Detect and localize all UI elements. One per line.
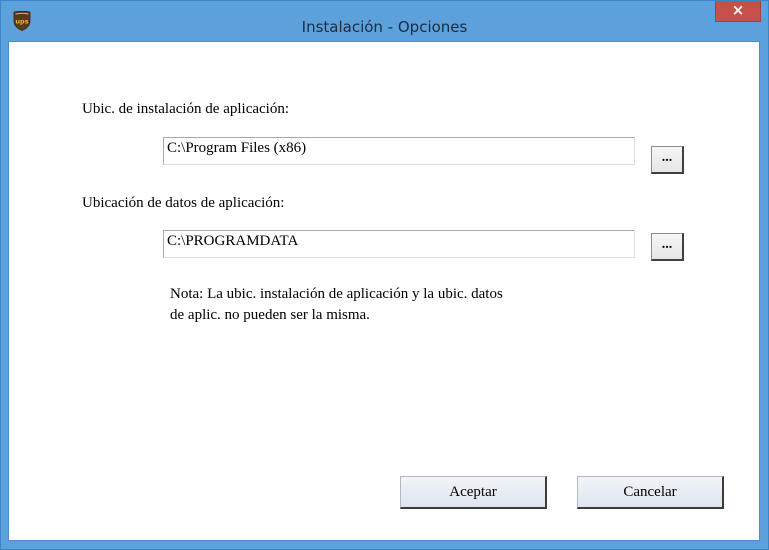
close-button[interactable]: × — [715, 1, 761, 22]
note-line-2: de aplic. no pueden ser la misma. — [170, 307, 370, 323]
dialog-content: Ubic. de instalación de aplicación: C:\P… — [8, 41, 760, 541]
close-icon: × — [731, 1, 745, 19]
data-location-input[interactable]: C:\PROGRAMDATA — [163, 230, 635, 258]
note-text: Nota: La ubic. instalación de aplicación… — [170, 284, 640, 326]
title-bar[interactable]: ups Instalación - Opciones × — [1, 1, 768, 41]
cancel-button[interactable]: Cancelar — [577, 476, 724, 509]
data-location-label: Ubicación de datos de aplicación: — [82, 195, 285, 211]
window-title: Instalación - Opciones — [301, 18, 468, 36]
note-line-1: Nota: La ubic. instalación de aplicación… — [170, 286, 503, 302]
app-location-input[interactable]: C:\Program Files (x86) — [163, 137, 635, 165]
browse-data-location-button[interactable]: ... — [651, 233, 684, 261]
dialog-window: ups Instalación - Opciones × Ubic. de in… — [0, 0, 769, 550]
accept-button[interactable]: Aceptar — [400, 476, 547, 509]
app-location-label: Ubic. de instalación de aplicación: — [82, 101, 290, 117]
browse-app-location-button[interactable]: ... — [651, 146, 684, 174]
